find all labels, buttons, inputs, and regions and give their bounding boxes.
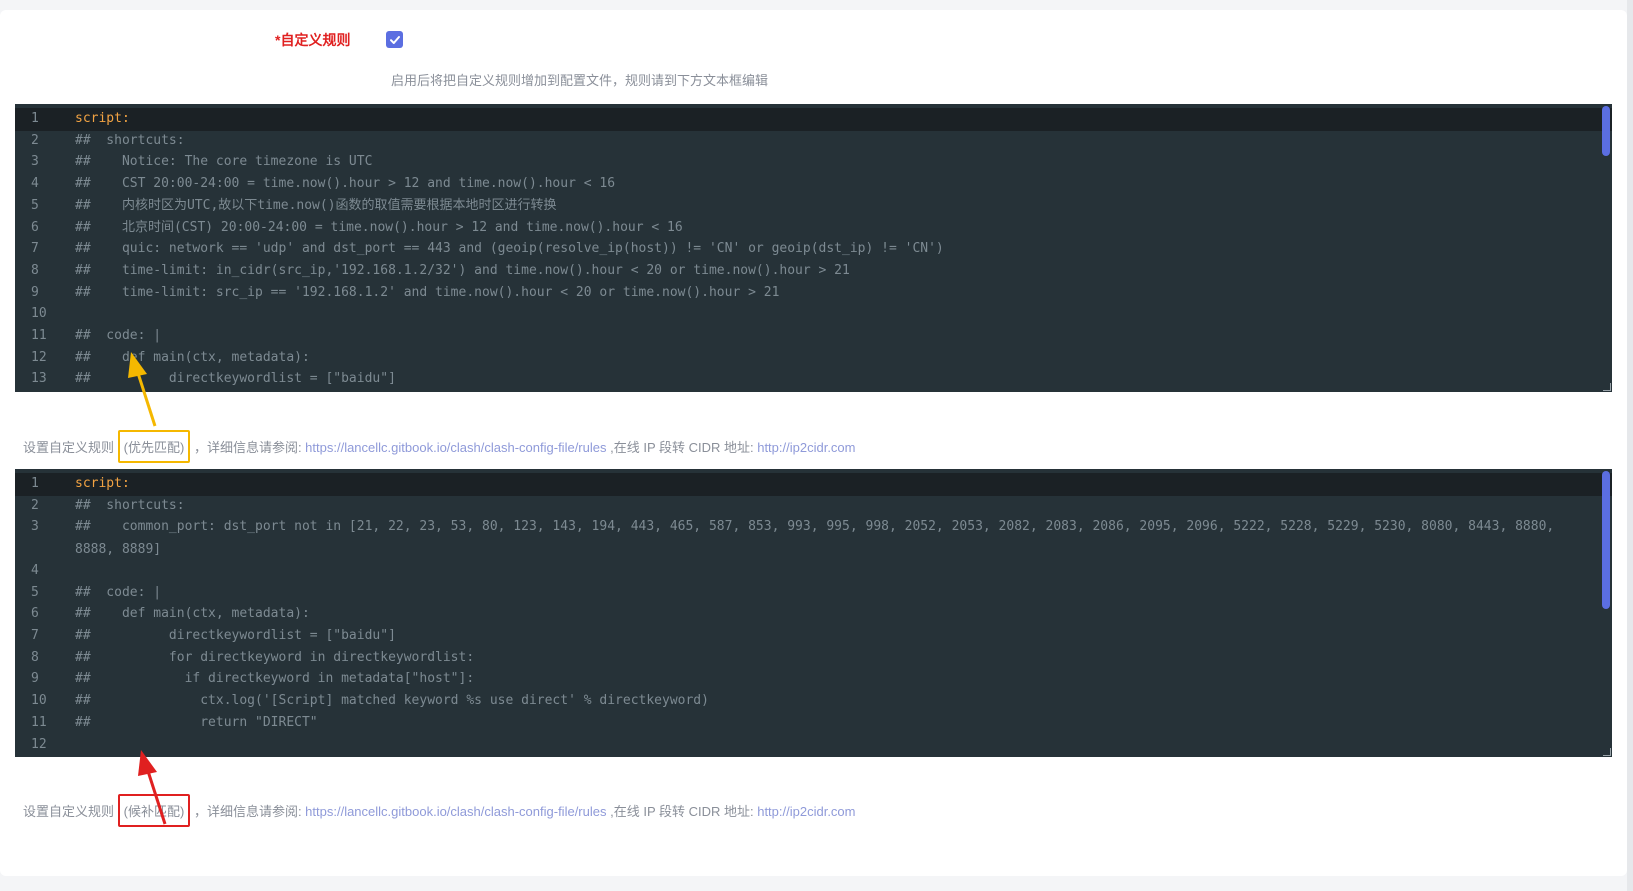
code-text: ## directkeywordlist = ["baidu"] bbox=[75, 628, 396, 643]
code-text: ## code: | bbox=[75, 328, 162, 343]
priority-rules-description: 设置自定义规则 (优先匹配) ，详细信息请参阅: https://lancell… bbox=[23, 430, 856, 463]
code-line[interactable]: 3 ## common_port: dst_port not in [21, 22… bbox=[15, 516, 1612, 561]
code-line[interactable]: 1 script: bbox=[15, 473, 1612, 496]
line-number: 13 bbox=[31, 371, 47, 387]
code-text: ## common_port: dst_port not in [21, 22,… bbox=[75, 519, 1563, 557]
line-number: 8 bbox=[31, 649, 39, 665]
code-line[interactable]: 4 bbox=[15, 560, 1612, 583]
code-text: ## def main(ctx, metadata): bbox=[75, 606, 310, 622]
code-line[interactable]: 12 bbox=[15, 734, 1612, 757]
desc-mid2: ,在线 IP 段转 CIDR 地址: bbox=[610, 804, 758, 819]
priority-match-tag: (优先匹配) bbox=[117, 430, 191, 463]
line-number: 3 bbox=[31, 154, 39, 170]
rules-doc-link[interactable]: https://lancellc.gitbook.io/clash/clash-… bbox=[305, 440, 606, 455]
line-number: 1 bbox=[31, 111, 39, 126]
code-text: ## def main(ctx, metadata): bbox=[75, 349, 310, 365]
code-line[interactable]: 2 ## shortcuts: bbox=[15, 130, 1612, 153]
resize-handle[interactable] bbox=[1603, 748, 1611, 756]
code-text: ## shortcuts: bbox=[75, 497, 185, 513]
code-text: ## code: | bbox=[75, 584, 162, 600]
code-line[interactable]: 11 ## code: | bbox=[15, 325, 1612, 348]
top-strip bbox=[0, 0, 1633, 10]
code-line[interactable]: 12 ## def main(ctx, metadata): bbox=[15, 347, 1612, 370]
line-number: 11 bbox=[31, 714, 47, 730]
line-number: 8 bbox=[31, 262, 39, 278]
code-line[interactable]: 13 ## directkeywordlist = ["baidu"] bbox=[15, 368, 1612, 391]
fallback-rules-editor[interactable]: 12 11 ## return "DIRECT" 10 ## ctx.log('[Scr… bbox=[15, 469, 1612, 757]
line-number: 4 bbox=[31, 562, 39, 578]
code-line[interactable]: 6 ## def main(ctx, metadata): bbox=[15, 603, 1612, 626]
code-line[interactable]: 9 ## time-limit: src_ip == '192.168.1.2' … bbox=[15, 282, 1612, 305]
code-text: ## return "DIRECT" bbox=[75, 714, 318, 730]
code-line[interactable]: 7 ## quic: network == 'udp' and dst_port … bbox=[15, 238, 1612, 261]
code-text: ## Notice: The core timezone is UTC bbox=[75, 154, 373, 170]
line-number: 3 bbox=[31, 519, 39, 535]
code-line[interactable]: 3 ## Notice: The core timezone is UTC bbox=[15, 151, 1612, 174]
desc-prefix: 设置自定义规则 bbox=[23, 804, 115, 819]
code-text: ## 内核时区为UTC,故以下time.now()函数的取值需要根据本地时区进行… bbox=[75, 197, 557, 213]
code-text: ## CST 20:00-24:00 = time.now().hour > 1… bbox=[75, 176, 616, 192]
code-line[interactable]: 8 ## for directkeyword in directkeywordli… bbox=[15, 647, 1612, 670]
desc-mid: ，详细信息请参阅: bbox=[193, 440, 306, 455]
yellow-arrow-icon bbox=[128, 352, 157, 427]
code-line[interactable]: 10 bbox=[15, 303, 1612, 326]
line-number: 6 bbox=[31, 606, 39, 622]
custom-rules-hint: 启用后将把自定义规则增加到配置文件，规则请到下方文本框编辑 bbox=[391, 73, 769, 88]
line-number: 12 bbox=[31, 349, 47, 365]
code-text: ## 北京时间(CST) 20:00-24:00 = time.now().ho… bbox=[75, 219, 683, 235]
line-number: 6 bbox=[31, 219, 39, 235]
line-number: 12 bbox=[31, 736, 47, 752]
code-line[interactable]: 4 ## CST 20:00-24:00 = time.now().hour > … bbox=[15, 173, 1612, 196]
line-number: 10 bbox=[31, 306, 47, 322]
code-line[interactable]: 7 ## directkeywordlist = ["baidu"] bbox=[15, 625, 1612, 648]
editor-scrollbar[interactable] bbox=[1602, 106, 1610, 156]
desc-prefix: 设置自定义规则 bbox=[23, 440, 115, 455]
line-number: 7 bbox=[31, 628, 39, 643]
custom-rules-label: *自定义规则 bbox=[275, 32, 351, 48]
line-number: 11 bbox=[31, 328, 47, 343]
desc-mid: ，详细信息请参阅: bbox=[193, 804, 306, 819]
custom-rules-checkbox[interactable] bbox=[386, 31, 403, 48]
resize-handle[interactable] bbox=[1603, 383, 1611, 391]
line-number: 7 bbox=[31, 241, 39, 257]
code-text: ## ctx.log('[Script] matched keyword %s … bbox=[75, 693, 709, 709]
code-line[interactable]: 10 ## ctx.log('[Script] matched keyword %… bbox=[15, 690, 1612, 713]
line-number: 2 bbox=[31, 132, 39, 148]
desc-mid2: ,在线 IP 段转 CIDR 地址: bbox=[610, 440, 758, 455]
line-number: 9 bbox=[31, 671, 39, 687]
checkmark-icon bbox=[389, 35, 400, 44]
line-number: 10 bbox=[31, 693, 47, 709]
code-line[interactable]: 5 ## code: | bbox=[15, 582, 1612, 605]
code-text: script: bbox=[75, 476, 130, 491]
code-text: ## time-limit: src_ip == '192.168.1.2' a… bbox=[75, 284, 780, 300]
code-text: ## time-limit: in_cidr(src_ip,'192.168.1… bbox=[75, 262, 850, 278]
priority-rules-editor[interactable]: 13 ## directkeywordlist = ["baidu"] 12 ## d… bbox=[15, 104, 1612, 392]
code-line[interactable]: 2 ## shortcuts: bbox=[15, 495, 1612, 518]
red-arrow-icon bbox=[138, 750, 167, 825]
line-number: 5 bbox=[31, 584, 39, 600]
code-line[interactable]: 9 ## if directkeyword in metadata["host"]… bbox=[15, 668, 1612, 691]
page-scroll-track[interactable] bbox=[1627, 0, 1633, 891]
code-line[interactable]: 5 ## 内核时区为UTC,故以下time.now()函数的取值需要根据本地时区进… bbox=[15, 195, 1612, 218]
line-number: 4 bbox=[31, 176, 39, 192]
code-text: ## directkeywordlist = ["baidu"] bbox=[75, 371, 396, 387]
line-number: 1 bbox=[31, 476, 39, 491]
code-text: ## for directkeyword in directkeywordlis… bbox=[75, 649, 475, 665]
code-line[interactable]: 6 ## 北京时间(CST) 20:00-24:00 = time.now().h… bbox=[15, 217, 1612, 240]
code-text: script: bbox=[75, 111, 130, 126]
code-text: ## if directkeyword in metadata["host"]: bbox=[75, 671, 475, 687]
code-text: ## quic: network == 'udp' and dst_port =… bbox=[75, 241, 944, 257]
code-line[interactable]: 1 script: bbox=[15, 108, 1612, 131]
ip2cidr-link[interactable]: http://ip2cidr.com bbox=[757, 440, 855, 455]
rules-doc-link[interactable]: https://lancellc.gitbook.io/clash/clash-… bbox=[305, 804, 606, 819]
editor-scrollbar[interactable] bbox=[1602, 471, 1610, 609]
ip2cidr-link[interactable]: http://ip2cidr.com bbox=[757, 804, 855, 819]
line-number: 2 bbox=[31, 497, 39, 513]
code-text: ## shortcuts: bbox=[75, 132, 185, 148]
code-line[interactable]: 11 ## return "DIRECT" bbox=[15, 712, 1612, 735]
line-number: 5 bbox=[31, 197, 39, 213]
code-line[interactable]: 8 ## time-limit: in_cidr(src_ip,'192.168.… bbox=[15, 260, 1612, 283]
line-number: 9 bbox=[31, 284, 39, 300]
